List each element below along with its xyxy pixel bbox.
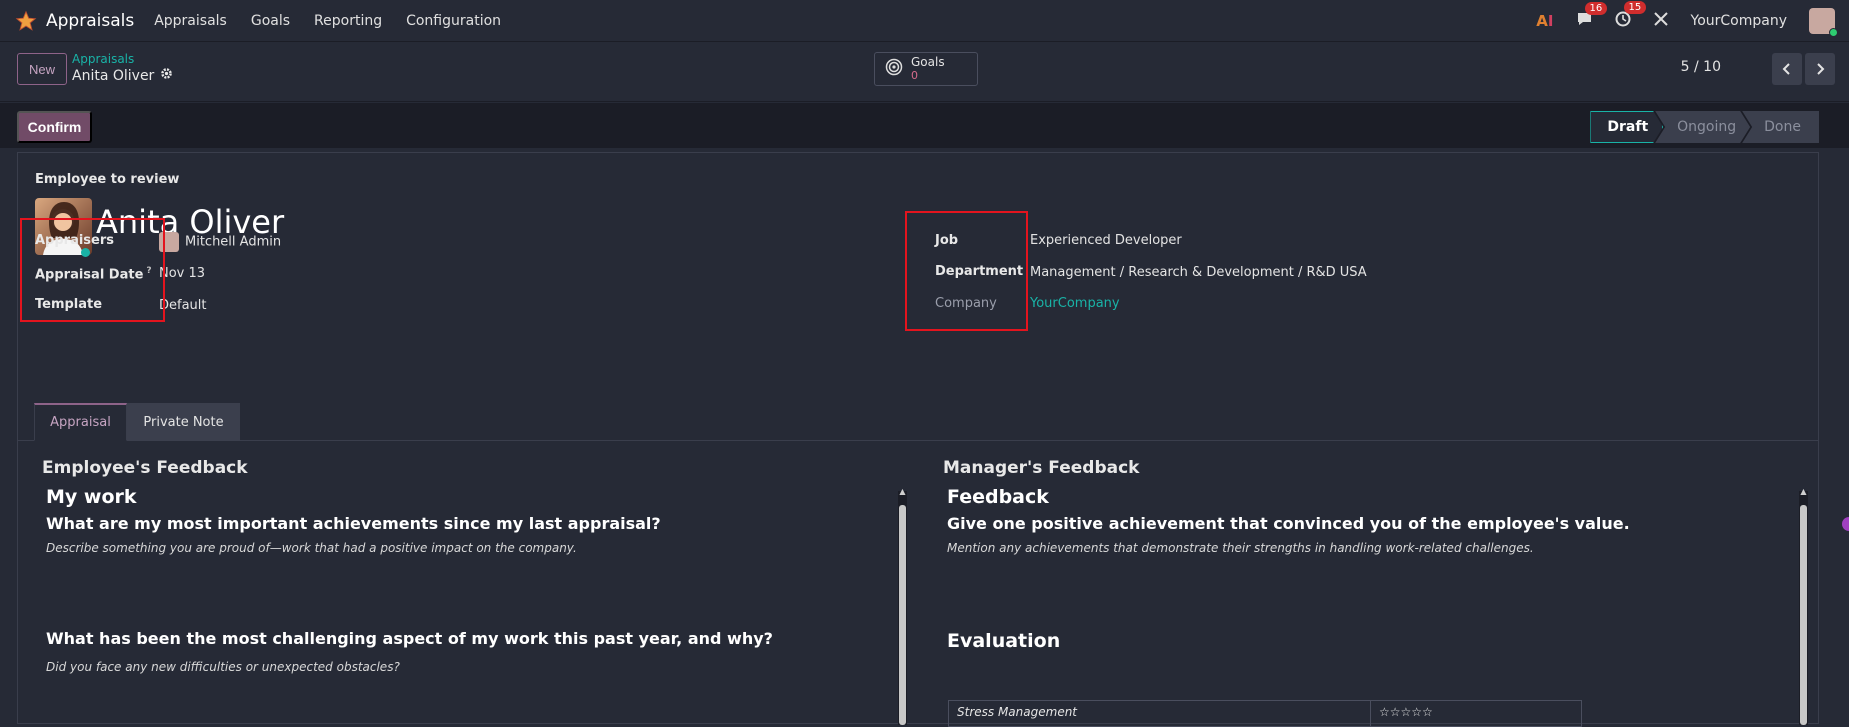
department-field[interactable]: Management / Research & Development / R&… <box>1030 265 1367 280</box>
top-navbar: Appraisals Appraisals Goals Reporting Co… <box>0 0 1849 42</box>
status-row: Confirm Draft Ongoing Done <box>0 103 1849 148</box>
company-field[interactable]: YourCompany <box>1030 296 1120 311</box>
my-work-heading[interactable]: My work <box>46 486 137 508</box>
menu-appraisals[interactable]: Appraisals <box>154 13 227 29</box>
notebook-tabs: Appraisal Private Note <box>18 403 1818 441</box>
side-panel-handle[interactable] <box>1842 517 1849 531</box>
star-rating-icon[interactable]: ☆☆☆☆☆ <box>1370 700 1582 727</box>
chevron-left-icon <box>1782 63 1790 75</box>
pager-previous-button[interactable] <box>1772 53 1802 85</box>
manager-feedback-scrollbar[interactable]: ▲ <box>1799 487 1808 725</box>
menu-reporting[interactable]: Reporting <box>314 13 382 29</box>
manager-question-1[interactable]: Give one positive achievement that convi… <box>947 514 1630 533</box>
pager-value[interactable]: 5 / 10 <box>1681 59 1721 75</box>
pager-next-button[interactable] <box>1805 53 1835 85</box>
breadcrumb-current-label: Anita Oliver <box>72 67 155 84</box>
employee-question-2[interactable]: What has been the most challenging aspec… <box>46 629 773 648</box>
menu-configuration[interactable]: Configuration <box>406 13 501 29</box>
chat-icon[interactable]: 16 <box>1576 1 1608 31</box>
employee-hint-2[interactable]: Did you face any new difficulties or une… <box>46 660 400 674</box>
stage-draft[interactable]: Draft <box>1590 111 1663 143</box>
manager-feedback-title: Manager's Feedback <box>943 458 1140 478</box>
company-switcher[interactable]: YourCompany <box>1691 13 1788 29</box>
appraiser-name: Mitchell Admin <box>185 234 282 250</box>
goals-label: Goals <box>911 55 945 69</box>
control-panel: New Appraisals Anita Oliver Goals 0 5 / … <box>0 42 1849 102</box>
employee-hint-1[interactable]: Describe something you are proud of—work… <box>46 541 577 555</box>
tab-appraisal[interactable]: Appraisal <box>34 403 127 441</box>
table-row: Stress Management ☆☆☆☆☆ <box>948 700 1582 727</box>
menu-goals[interactable]: Goals <box>251 13 290 29</box>
user-avatar[interactable] <box>1809 8 1838 37</box>
confirm-button[interactable]: Confirm <box>17 111 92 143</box>
status-bar: Draft Ongoing Done <box>1590 111 1819 143</box>
breadcrumb-current: Anita Oliver <box>72 67 173 84</box>
employee-section-label: Employee to review <box>35 172 180 187</box>
messages-badge: 16 <box>1584 1 1608 15</box>
highlight-box-left <box>20 218 165 322</box>
breadcrumb-parent[interactable]: Appraisals <box>72 52 134 66</box>
highlight-box-right <box>905 211 1028 331</box>
evaluation-heading[interactable]: Evaluation <box>947 630 1060 652</box>
ai-icon[interactable]: AI <box>1536 12 1553 30</box>
form-sheet: Employee to review Anita Oliver Appraise… <box>17 152 1819 727</box>
appraisers-field[interactable]: Mitchell Admin <box>159 232 281 252</box>
tools-icon[interactable] <box>1653 11 1669 31</box>
evaluation-table[interactable]: Stress Management ☆☆☆☆☆ <box>948 700 1582 727</box>
star-app-icon[interactable] <box>14 9 38 33</box>
goals-smart-button[interactable]: Goals 0 <box>874 52 978 86</box>
new-button[interactable]: New <box>17 53 67 85</box>
manager-hint-1[interactable]: Mention any achievements that demonstrat… <box>947 541 1534 555</box>
activities-badge: 15 <box>1623 1 1647 14</box>
job-field[interactable]: Experienced Developer <box>1030 233 1182 248</box>
template-field[interactable]: Default <box>159 298 207 313</box>
stage-ongoing[interactable]: Ongoing <box>1655 111 1750 143</box>
chevron-right-icon <box>1817 63 1825 75</box>
evaluation-criterion[interactable]: Stress Management <box>948 700 1371 727</box>
stage-done[interactable]: Done <box>1742 111 1819 143</box>
app-name[interactable]: Appraisals <box>46 11 134 31</box>
employee-question-1[interactable]: What are my most important achievements … <box>46 514 661 533</box>
goals-count: 0 <box>911 69 918 82</box>
target-icon <box>885 58 903 80</box>
employee-feedback-title: Employee's Feedback <box>42 458 248 478</box>
gear-icon[interactable] <box>160 67 173 84</box>
clock-icon[interactable]: 15 <box>1615 1 1647 31</box>
feedback-heading[interactable]: Feedback <box>947 486 1049 508</box>
appraisal-date-field[interactable]: Nov 13 <box>159 266 205 281</box>
tab-private-note[interactable]: Private Note <box>127 403 240 441</box>
employee-feedback-scrollbar[interactable]: ▲ <box>898 487 907 725</box>
